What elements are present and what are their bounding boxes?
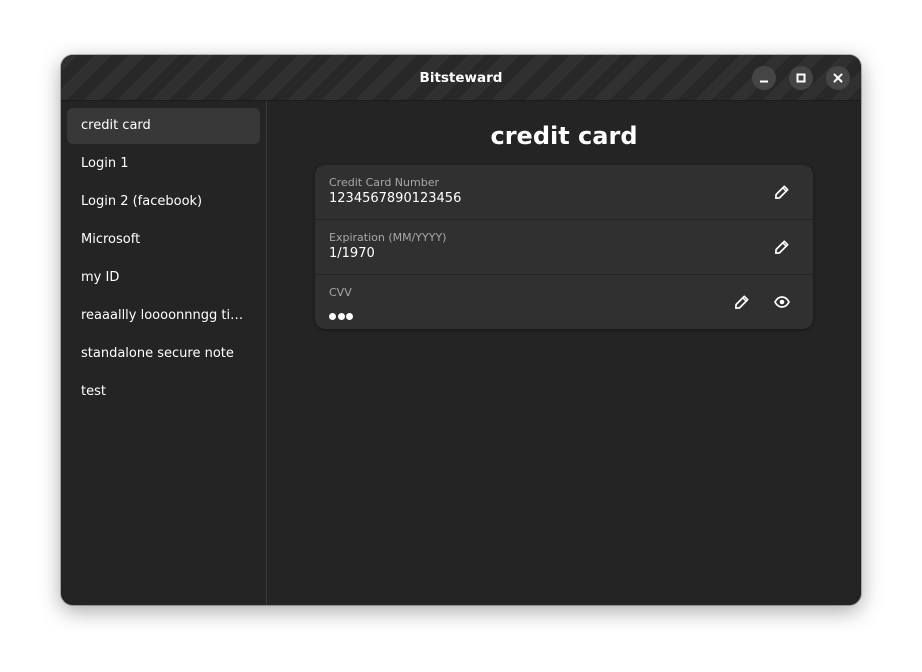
field-row-card-number: Credit Card Number 1234567890123456 bbox=[315, 165, 813, 220]
reveal-cvv-button[interactable] bbox=[767, 287, 797, 317]
edit-expiration-button[interactable] bbox=[767, 232, 797, 262]
minimize-icon bbox=[760, 80, 768, 83]
field-value[interactable]: 1/1970 bbox=[329, 246, 375, 261]
sidebar-item-credit-card[interactable]: credit card bbox=[67, 108, 260, 144]
field-row-cvv: CVV bbox=[315, 274, 813, 329]
pencil-icon bbox=[774, 185, 789, 200]
sidebar-item-login-1[interactable]: Login 1 bbox=[67, 146, 260, 182]
pencil-icon bbox=[734, 295, 749, 310]
sidebar-item-test[interactable]: test bbox=[67, 374, 260, 410]
sidebar-item-secure-note[interactable]: standalone secure note bbox=[67, 336, 260, 372]
close-icon bbox=[833, 73, 843, 83]
field-label: Expiration (MM/YYYY) bbox=[329, 231, 447, 244]
pencil-icon bbox=[774, 240, 789, 255]
maximize-icon bbox=[796, 73, 806, 83]
page-title: credit card bbox=[490, 122, 638, 150]
main-content: credit card Credit Card Number 123456789… bbox=[267, 101, 861, 605]
eye-icon bbox=[774, 296, 790, 308]
field-label: CVV bbox=[329, 286, 352, 299]
masked-value[interactable] bbox=[329, 305, 355, 320]
mask-dot bbox=[329, 313, 336, 320]
edit-cvv-button[interactable] bbox=[727, 287, 757, 317]
mask-dot bbox=[337, 313, 345, 320]
sidebar-item-microsoft[interactable]: Microsoft bbox=[67, 222, 260, 258]
app-window: Bitsteward credit card Login 1 Login 2 (… bbox=[61, 55, 861, 605]
sidebar-item-login-2[interactable]: Login 2 (facebook) bbox=[67, 184, 260, 220]
sidebar: credit card Login 1 Login 2 (facebook) M… bbox=[61, 101, 267, 605]
headerbar[interactable]: Bitsteward bbox=[61, 55, 861, 101]
maximize-button[interactable] bbox=[789, 66, 813, 90]
mask-dot bbox=[346, 313, 353, 320]
field-row-expiration: Expiration (MM/YYYY) 1/1970 bbox=[315, 219, 813, 275]
sidebar-item-my-id[interactable]: my ID bbox=[67, 260, 260, 296]
fields-card: Credit Card Number 1234567890123456 Expi… bbox=[315, 165, 813, 329]
close-button[interactable] bbox=[826, 66, 850, 90]
field-value[interactable]: 1234567890123456 bbox=[329, 191, 461, 206]
window-title: Bitsteward bbox=[419, 70, 503, 86]
field-label: Credit Card Number bbox=[329, 176, 439, 189]
sidebar-item-long-title[interactable]: reaaallly loooonnngg title ... bbox=[67, 298, 260, 334]
edit-card-number-button[interactable] bbox=[767, 177, 797, 207]
minimize-button[interactable] bbox=[752, 66, 776, 90]
